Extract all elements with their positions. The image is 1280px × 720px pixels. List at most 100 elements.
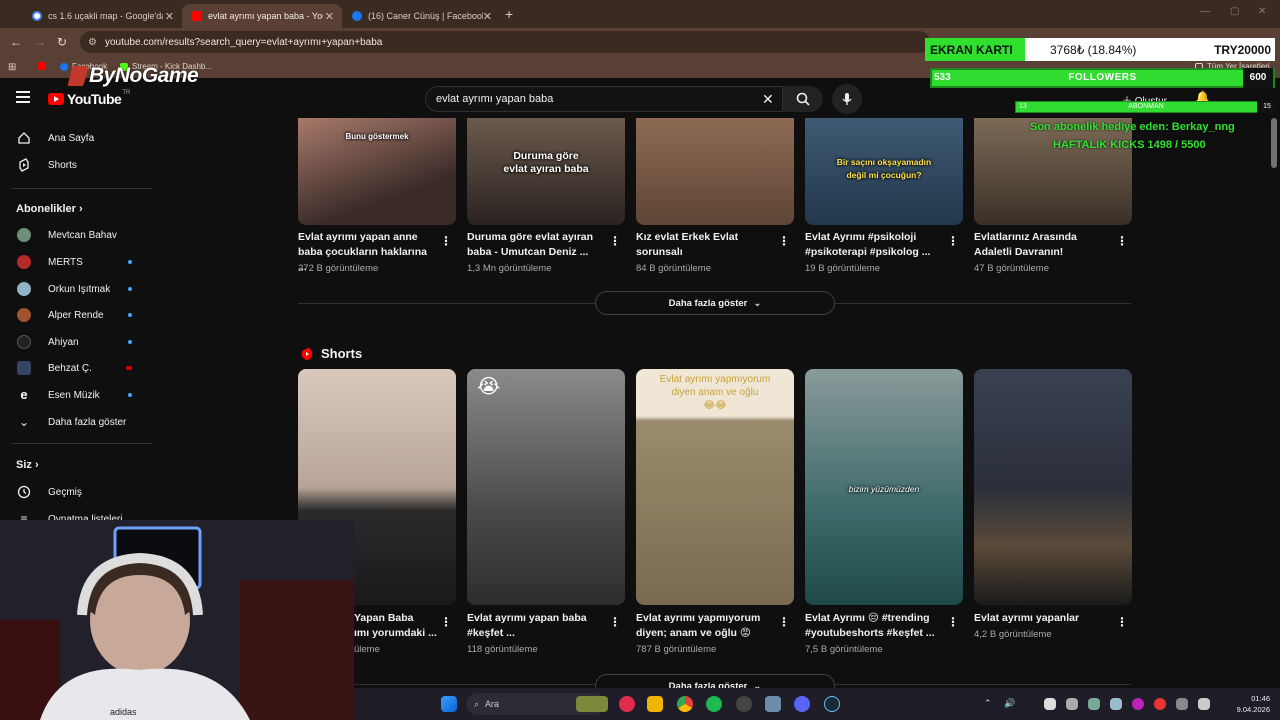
scrollbar[interactable] (1271, 118, 1277, 168)
more-options-icon[interactable]: ⋮ (947, 615, 959, 629)
short-title[interactable]: Evlat ayrımı yapan baba #keşfet ... (467, 611, 605, 641)
short-thumbnail[interactable]: bizim yüzümüzden (805, 369, 963, 605)
discord-icon[interactable] (794, 696, 810, 712)
video-thumbnail[interactable]: Bir saçını okşayamadın değil mi çocuğun? (805, 118, 963, 225)
more-options-icon[interactable]: ⋮ (440, 615, 452, 629)
clock-time: 01:46 (1251, 694, 1270, 703)
close-window-icon[interactable]: ✕ (1258, 6, 1266, 17)
sidebar-item-sub[interactable]: Orkun Işıtmak (0, 276, 152, 302)
menu-icon[interactable] (16, 91, 30, 103)
search-input[interactable]: evlat ayrımı yapan baba (425, 86, 783, 112)
browser-tab-youtube[interactable]: evlat ayrımı yapan baba - YouTu ✕ (182, 4, 342, 28)
close-tab-icon[interactable]: ✕ (325, 10, 334, 23)
youtube-bookmark[interactable] (38, 62, 46, 70)
taskbar-search-placeholder: Ara (485, 699, 500, 709)
thumbnail-caption: Evlat ayrımı yapmıyorum diyen anam ve oğ… (659, 374, 771, 411)
short-title[interactable]: Evlat ayrımı yapmıyorum diyen; anam ve oğ… (636, 611, 774, 641)
voice-search-button[interactable] (832, 84, 862, 114)
obs-icon[interactable] (736, 696, 752, 712)
browser-tab-facebook[interactable]: (16) Caner Cünüş | Facebook ✕ (342, 4, 500, 28)
sidebar-item-shorts[interactable]: Shorts (0, 152, 152, 178)
clear-search-icon[interactable]: ✕ (762, 91, 774, 108)
microphone-icon[interactable] (1176, 698, 1188, 710)
more-options-icon[interactable]: ⋮ (778, 234, 790, 248)
bynogame-logo: ByNoGame (67, 64, 199, 88)
tray-app-icon[interactable] (1044, 698, 1056, 710)
subscriptions-header[interactable]: Abonelikler › (16, 203, 83, 215)
show-more-subscriptions[interactable]: ⌄ Daha fazla göster (0, 409, 152, 435)
minimize-icon[interactable]: — (1200, 6, 1210, 17)
short-title-line: Yapan Baba (354, 612, 414, 624)
windows-start-icon[interactable] (441, 696, 457, 712)
video-thumbnail[interactable]: Bunu göstermek (298, 118, 456, 225)
volume-icon[interactable]: 🔊 (1004, 698, 1015, 709)
sidebar-item-sub[interactable]: Ahiyan (0, 329, 152, 355)
more-options-icon[interactable]: ⋮ (778, 615, 790, 629)
address-bar[interactable]: ⚙ youtube.com/results?search_query=evlat… (80, 31, 930, 53)
steam-icon[interactable] (824, 696, 840, 712)
short-title[interactable]: Evlat Ayrımı 😔 #trending #youtubeshorts #… (805, 611, 943, 641)
goal-label: EKRAN KARTI (930, 42, 1013, 57)
forward-icon[interactable]: → (34, 35, 46, 49)
short-title[interactable]: Evlat ayrımı yapanlar (974, 611, 1112, 626)
search-button[interactable] (783, 86, 823, 112)
shorts-logo-icon (301, 347, 313, 360)
more-options-icon[interactable]: ⋮ (440, 234, 452, 248)
video-thumbnail[interactable]: Duruma göre evlat ayıran baba (467, 118, 625, 225)
video-title[interactable]: Evlatlarınız Arasında Adaletli Davranın! (974, 230, 1112, 260)
sidebar-item-label: Mevtcan Bahav (48, 229, 117, 241)
chrome-icon[interactable] (677, 696, 693, 712)
close-tab-icon[interactable]: ✕ (483, 10, 492, 23)
short-title[interactable]: Yapan Baba ımı yorumdaki ... (354, 611, 444, 641)
reload-icon[interactable]: ↻ (57, 35, 67, 49)
sidebar-item-label: Esen Müzik (48, 389, 100, 401)
tray-app-icon[interactable] (1066, 698, 1078, 710)
maximize-icon[interactable]: ▢ (1230, 6, 1239, 17)
short-thumbnail[interactable]: Evlat ayrımı yapmıyorum diyen anam ve oğ… (636, 369, 794, 605)
spotify-icon[interactable] (706, 696, 722, 712)
widget-icon[interactable] (576, 696, 608, 712)
short-thumbnail[interactable]: 😭 (467, 369, 625, 605)
sidebar-item-sub[interactable]: e Esen Müzik (0, 382, 152, 408)
more-options-icon[interactable]: ⋮ (1116, 615, 1128, 629)
tray-overflow-icon[interactable]: ⌃ (984, 698, 992, 709)
goal-target: TRY20000 (1214, 42, 1271, 57)
more-options-icon[interactable]: ⋮ (609, 234, 621, 248)
short-thumbnail[interactable] (974, 369, 1132, 605)
show-more-videos-button[interactable]: Daha fazla göster ⌄ (595, 291, 835, 315)
bynogame-text: ByNoGame (89, 64, 199, 87)
sidebar-item-sub[interactable]: Alper Rende (0, 302, 152, 328)
more-options-icon[interactable]: ⋮ (1116, 234, 1128, 248)
video-title[interactable]: Duruma göre evlat ayıran baba - Umutcan D… (467, 230, 605, 260)
tray-app-icon[interactable] (1088, 698, 1100, 710)
sidebar-item-home[interactable]: Ana Sayfa (0, 125, 152, 151)
tray-app-icon[interactable] (1154, 698, 1166, 710)
sidebar-item-sub[interactable]: Behzat Ç. (0, 355, 152, 381)
close-tab-icon[interactable]: ✕ (165, 10, 174, 23)
tray-app-icon[interactable] (1110, 698, 1122, 710)
back-icon[interactable]: ← (10, 35, 22, 49)
video-thumbnail[interactable] (974, 118, 1132, 225)
browser-tab-google[interactable]: cs 1.6 uçakli map - Google'da A ✕ (22, 4, 182, 28)
sidebar-item-history[interactable]: Geçmiş (0, 479, 152, 505)
you-header[interactable]: Siz › (16, 459, 39, 471)
media-player-icon[interactable] (619, 696, 635, 712)
short-title-line: ımı yorumdaki ... (354, 627, 437, 639)
video-thumbnail[interactable] (636, 118, 794, 225)
settings-app-icon[interactable] (765, 696, 781, 712)
video-views: 84 B görüntüleme (636, 263, 711, 274)
sidebar-item-sub[interactable]: Mevtcan Bahav (0, 222, 152, 248)
youtube-logo[interactable]: YouTube TR (48, 90, 130, 107)
video-title[interactable]: Kız evlat Erkek Evlat sorunsalı (636, 230, 774, 260)
video-title[interactable]: Evlat Ayrımı #psikoloji #psikoterapi #psi… (805, 230, 943, 260)
more-options-icon[interactable]: ⋮ (609, 615, 621, 629)
site-info-icon[interactable]: ⚙ (88, 37, 97, 48)
network-icon[interactable] (1198, 698, 1210, 710)
new-tab-button[interactable]: + (505, 6, 513, 22)
apps-grid-icon[interactable]: ⊞ (8, 62, 16, 73)
tray-app-icon[interactable] (1132, 698, 1144, 710)
file-explorer-icon[interactable] (647, 696, 663, 712)
sidebar-item-sub[interactable]: MERTS (0, 249, 152, 275)
more-options-icon[interactable]: ⋮ (947, 234, 959, 248)
taskbar-clock[interactable]: 01:46 9.04.2026 (1237, 693, 1270, 715)
